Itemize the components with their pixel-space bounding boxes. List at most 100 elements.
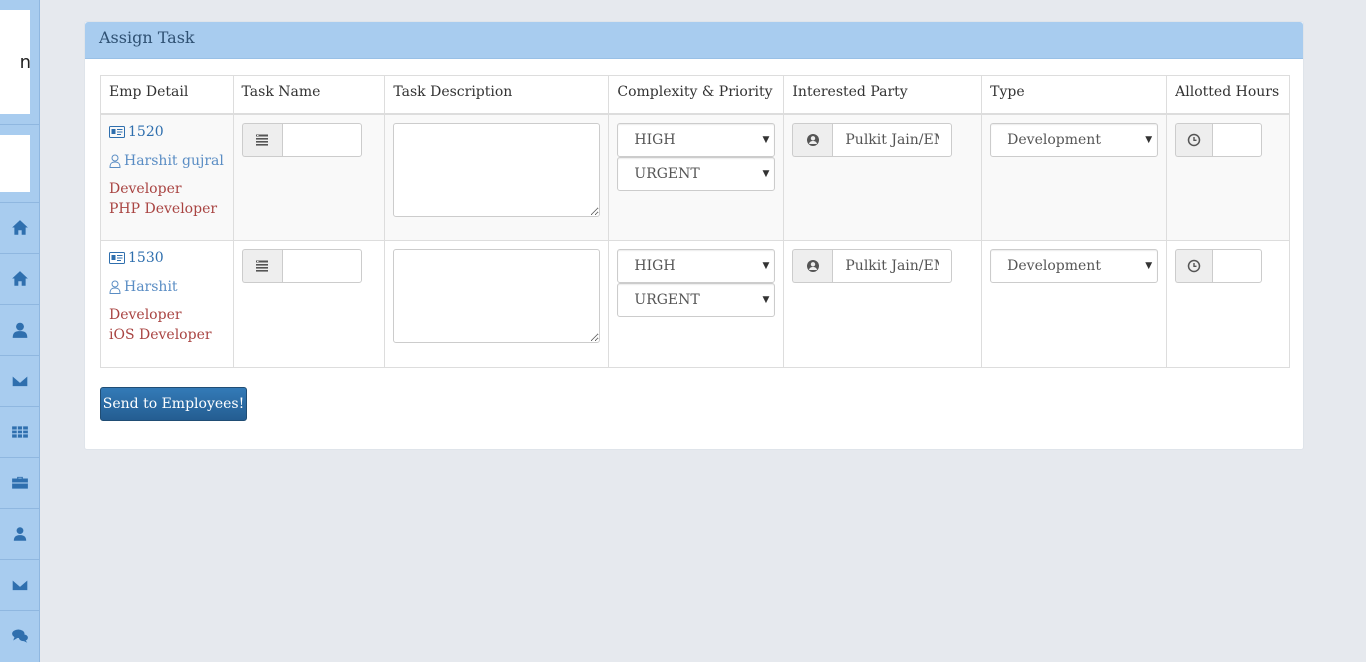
caret-down-icon: ▼ <box>762 134 770 145</box>
emp-role-value: Developer <box>109 307 182 323</box>
list-icon <box>256 134 269 146</box>
priority-value: URGENT <box>634 292 700 308</box>
sidebar-item-user[interactable] <box>0 304 40 354</box>
sidebar-item-home[interactable] <box>0 202 40 252</box>
sidebar-search-box[interactable] <box>0 135 30 192</box>
emp-role: Developer iOS Developer <box>109 305 225 345</box>
interested-party-cell <box>783 240 983 368</box>
user-circle-icon <box>806 260 819 272</box>
envelope-icon <box>11 578 29 591</box>
emp-designation-value: PHP Developer <box>109 200 218 217</box>
emp-role-value: Developer <box>109 180 182 197</box>
comments-icon <box>12 628 28 643</box>
interested-party-input[interactable] <box>832 249 953 283</box>
emp-detail-cell: 1530 Harshit Developer iOS Developer <box>100 240 234 368</box>
caret-down-icon: ▼ <box>762 261 770 271</box>
task-name-group <box>241 249 377 283</box>
user-outline-icon <box>109 280 121 294</box>
priority-value: URGENT <box>634 165 700 182</box>
emp-detail-cell: 1520 Harshit gujral Developer PHP Develo… <box>100 113 234 241</box>
task-description-input[interactable] <box>393 249 601 343</box>
envelope-icon <box>11 374 29 387</box>
task-name-input[interactable] <box>281 249 362 283</box>
user-outline-icon <box>109 154 121 168</box>
caret-down-icon: ▼ <box>762 295 770 305</box>
party-addon <box>792 122 833 157</box>
emp-id-value: 1520 <box>128 123 164 140</box>
task-name-cell <box>232 240 386 368</box>
interested-party-group <box>792 249 973 283</box>
party-addon <box>792 249 833 283</box>
complexity-priority-cell: HIGH ▼ URGENT ▼ <box>608 113 785 241</box>
assign-task-panel: Assign Task Emp Detail Task Name Task De… <box>84 21 1304 450</box>
sidebar-item-chat[interactable] <box>0 610 40 660</box>
type-value: Development <box>1007 131 1101 148</box>
complexity-select[interactable]: HIGH ▼ <box>617 249 776 283</box>
header-type: Type <box>981 75 1168 115</box>
task-description-input[interactable] <box>393 122 601 217</box>
task-description-cell <box>384 240 610 368</box>
allotted-hours-input[interactable] <box>1212 249 1263 283</box>
emp-name-value: Harshit <box>124 279 178 295</box>
emp-id-value: 1530 <box>128 250 164 266</box>
type-cell: Development ▼ <box>981 113 1168 241</box>
sidebar-item-table[interactable] <box>0 406 40 456</box>
allotted-hours-cell <box>1166 113 1290 241</box>
assign-task-table: Emp Detail Task Name Task Description Co… <box>100 75 1290 368</box>
interested-party-cell <box>783 113 983 241</box>
complexity-value: HIGH <box>634 131 676 148</box>
logo[interactable]: n <box>0 10 30 114</box>
priority-select[interactable]: URGENT ▼ <box>617 283 776 317</box>
emp-name[interactable]: Harshit gujral <box>109 153 225 169</box>
allotted-hours-input[interactable] <box>1212 122 1263 157</box>
task-name-group <box>241 122 377 157</box>
clock-icon <box>1187 133 1201 146</box>
emp-id: 1520 <box>109 123 225 141</box>
sidebar-item-briefcase[interactable] <box>0 457 40 507</box>
header-interested-party: Interested Party <box>783 75 983 115</box>
clock-icon <box>1187 259 1201 273</box>
hours-addon <box>1175 249 1213 283</box>
allotted-hours-cell <box>1166 240 1290 368</box>
interested-party-input[interactable] <box>832 122 953 157</box>
sidebar-item-mail[interactable] <box>0 355 40 405</box>
user-icon <box>13 526 27 541</box>
header-task-description: Task Description <box>384 75 610 115</box>
emp-name-value: Harshit gujral <box>124 152 224 169</box>
type-select[interactable]: Development ▼ <box>990 122 1159 157</box>
briefcase-icon <box>12 476 28 489</box>
sidebar-item-messages[interactable] <box>0 559 40 609</box>
caret-down-icon: ▼ <box>762 168 770 179</box>
allotted-hours-group <box>1175 122 1281 157</box>
task-name-cell <box>232 113 386 241</box>
panel-title: Assign Task <box>85 22 1303 59</box>
user-icon <box>12 322 28 338</box>
complexity-select[interactable]: HIGH ▼ <box>617 122 776 157</box>
list-icon <box>256 260 269 272</box>
sidebar-item-profile[interactable] <box>0 508 40 558</box>
type-select[interactable]: Development ▼ <box>990 249 1159 283</box>
task-description-cell <box>384 113 610 241</box>
send-to-employees-button[interactable]: Send to Employees! <box>100 387 247 421</box>
id-card-icon <box>109 125 125 138</box>
complexity-priority-cell: HIGH ▼ URGENT ▼ <box>608 240 785 368</box>
complexity-value: HIGH <box>634 258 676 274</box>
sidebar: n <box>0 0 40 662</box>
emp-id: 1530 <box>109 249 225 267</box>
task-addon <box>241 122 282 157</box>
header-task-name: Task Name <box>232 75 386 115</box>
header-allotted-hours: Allotted Hours <box>1166 75 1290 115</box>
allotted-hours-group <box>1175 249 1281 283</box>
header-emp-detail: Emp Detail <box>100 75 234 115</box>
id-card-icon <box>109 252 125 264</box>
priority-select[interactable]: URGENT ▼ <box>617 156 776 191</box>
table-row: 1530 Harshit Developer iOS Developer HIG… <box>100 240 1290 368</box>
sidebar-item-home-2[interactable] <box>0 253 40 303</box>
task-name-input[interactable] <box>281 122 362 157</box>
emp-role: Developer PHP Developer <box>109 179 225 219</box>
logo-text: n <box>19 52 30 73</box>
type-cell: Development ▼ <box>981 240 1168 368</box>
emp-name[interactable]: Harshit <box>109 279 225 295</box>
table-icon <box>12 425 28 438</box>
emp-designation-value: iOS Developer <box>109 327 212 343</box>
